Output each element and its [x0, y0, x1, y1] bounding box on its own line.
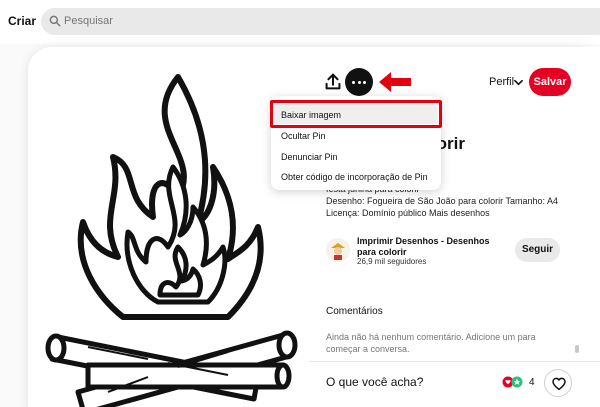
menu-item-hide-pin[interactable]: Ocultar Pin: [281, 131, 326, 141]
scrollbar[interactable]: [575, 345, 579, 353]
creator-avatar-icon: [326, 238, 350, 262]
save-button[interactable]: Salvar: [529, 68, 571, 96]
menu-item-embed-code[interactable]: Obter código de incorporação de Pin: [281, 172, 428, 182]
search-placeholder: Pesquisar: [64, 15, 113, 27]
bonfire-drawing: [45, 74, 298, 407]
pin-image[interactable]: [28, 47, 309, 407]
red-arrow-annotation-icon: [379, 72, 411, 92]
dot-icon: [352, 80, 356, 84]
no-comments-text: Ainda não há nenhum comentário. Adicione…: [326, 332, 536, 354]
follow-button[interactable]: Seguir: [515, 238, 560, 262]
menu-item-report-pin[interactable]: Denunciar Pin: [281, 152, 338, 162]
dot-icon: [357, 80, 361, 84]
top-bar: Criar Pesquisar: [0, 0, 600, 44]
search-input[interactable]: Pesquisar: [41, 8, 600, 35]
highlight-annotation-box: [270, 100, 442, 128]
create-link[interactable]: Criar: [8, 14, 36, 28]
creator-followers: 26,9 mil seguidores: [357, 257, 427, 266]
comment-prompt[interactable]: O que você acha?: [326, 375, 423, 389]
search-icon: [49, 15, 61, 27]
heart-icon: [552, 377, 566, 391]
creator-name[interactable]: Imprimir Desenhos - Desenhos para colori…: [357, 236, 507, 258]
reactions-icon[interactable]: [502, 376, 524, 388]
reaction-count: 4: [529, 377, 535, 388]
avatar[interactable]: [326, 238, 350, 262]
share-icon[interactable]: [322, 71, 344, 93]
react-button[interactable]: [544, 369, 572, 397]
comments-heading: Comentários: [326, 306, 383, 317]
more-options-button[interactable]: [345, 68, 373, 96]
dot-icon: [362, 80, 366, 84]
profile-dropdown[interactable]: Perfil: [489, 76, 514, 88]
chevron-down-icon[interactable]: [514, 78, 523, 87]
